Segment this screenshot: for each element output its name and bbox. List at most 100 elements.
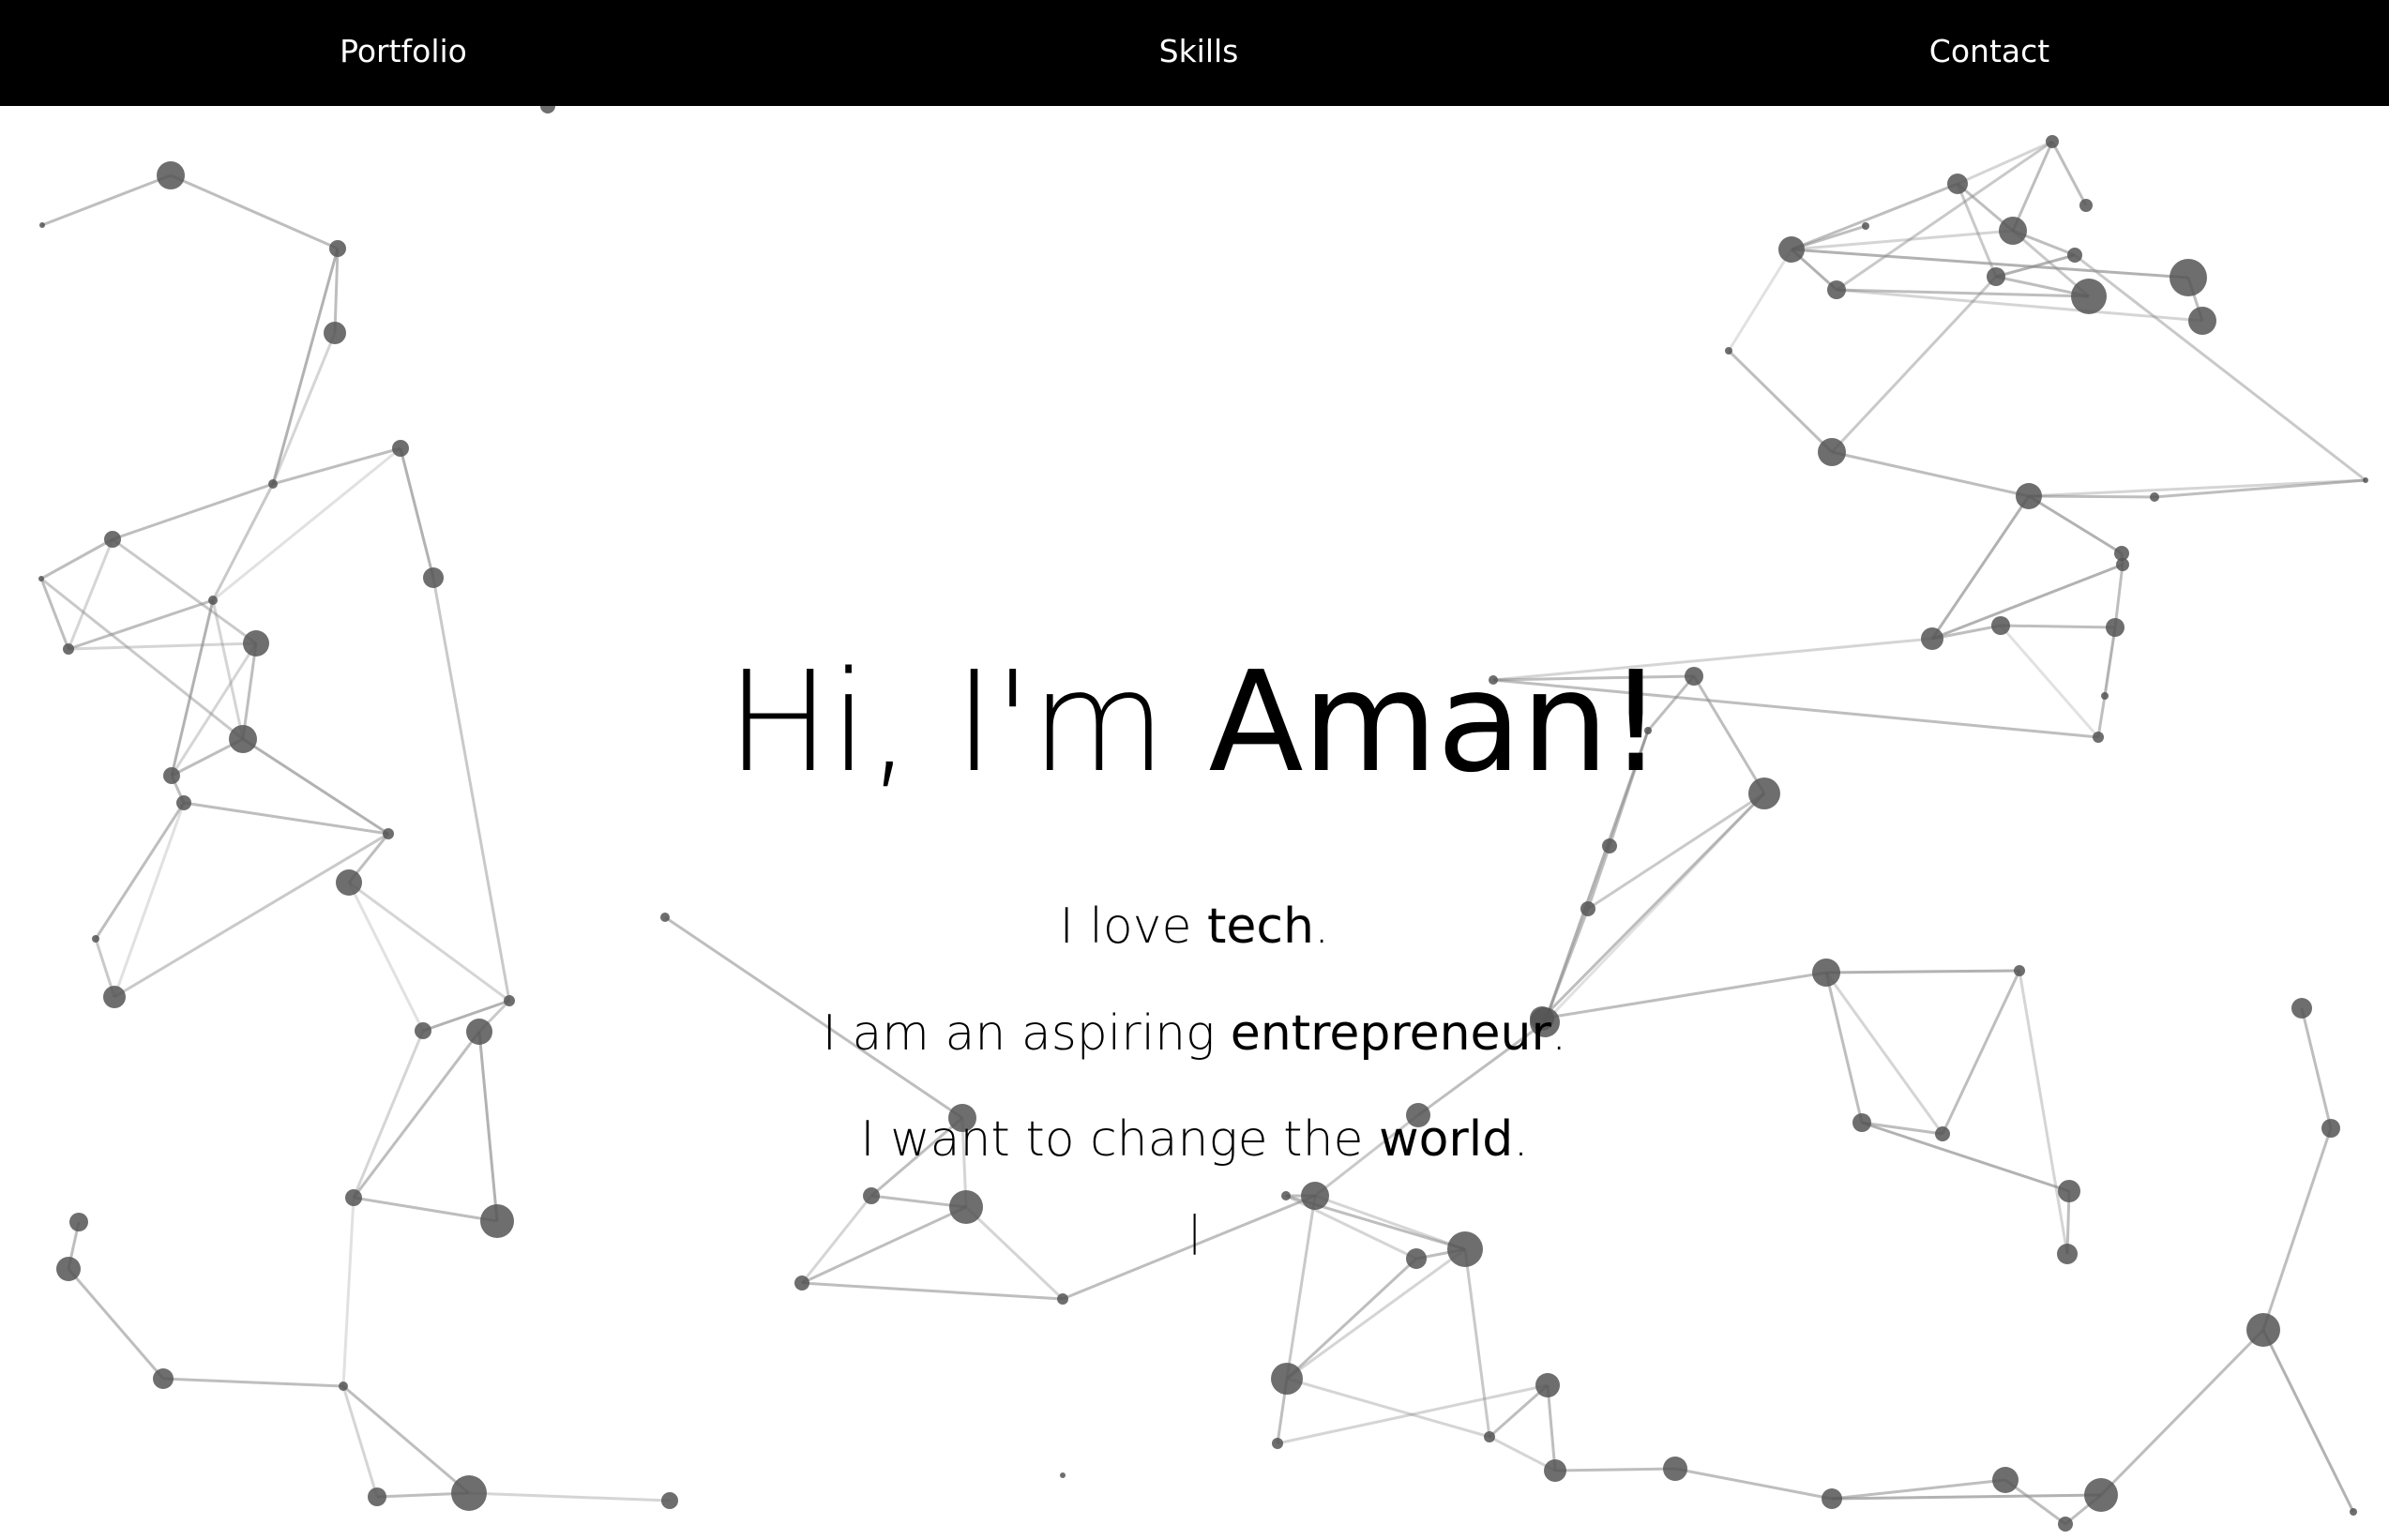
network-node [1530, 1006, 1554, 1031]
network-node [1406, 1103, 1430, 1127]
network-edge [801, 1205, 967, 1285]
network-node [1947, 174, 1968, 194]
network-edge [801, 1281, 1064, 1301]
network-node [2114, 546, 2129, 561]
network-node [2071, 279, 2107, 314]
network-node [1406, 1248, 1427, 1269]
network-node [1602, 838, 1617, 853]
network-node [336, 869, 362, 896]
network-edge [664, 915, 963, 1120]
network-node [1999, 217, 2027, 245]
network-edge [271, 248, 340, 485]
network-node [661, 1492, 678, 1509]
network-node [1644, 727, 1652, 734]
network-edge [170, 642, 258, 777]
network-edge [1277, 1383, 1549, 1445]
network-node [2101, 692, 2109, 700]
network-edge [1492, 637, 1933, 682]
network-node [2057, 1244, 2078, 1264]
network-edge [1825, 969, 2020, 974]
network-edge [1727, 349, 1834, 454]
network-node [2016, 483, 2042, 509]
network-edge [1831, 450, 2030, 498]
network-edge [67, 538, 114, 650]
network-edge [1727, 249, 1793, 352]
network-node [153, 1368, 174, 1389]
network-node [2321, 1119, 2340, 1138]
nav-link-skills[interactable]: Skills [1159, 0, 1239, 106]
network-edge [113, 802, 186, 998]
network-node [229, 725, 257, 753]
network-node [1852, 1113, 1871, 1132]
network-node [2014, 965, 2025, 976]
page: Portfolio Skills Contact Hi, I'm Aman! I… [0, 0, 2389, 1540]
network-edge [477, 1031, 499, 1222]
network-node [1535, 1373, 1560, 1397]
network-node [339, 1381, 348, 1391]
network-edge [272, 446, 401, 486]
network-edge [347, 882, 425, 1032]
network-node [1663, 1457, 1687, 1481]
network-node [1484, 1431, 1495, 1442]
network-edge [2000, 624, 2116, 629]
network-node [2084, 1478, 2118, 1512]
network-edge [341, 1197, 355, 1387]
network-node [466, 1019, 492, 1045]
network-edge [964, 1205, 1065, 1301]
network-node [1489, 675, 1498, 685]
network-edge [2074, 253, 2366, 482]
network-node [329, 240, 346, 257]
network-edge [212, 446, 401, 602]
network-edge [2050, 141, 2088, 206]
network-node [863, 1187, 880, 1204]
network-node [2106, 618, 2124, 637]
network-edge [1062, 1194, 1316, 1301]
network-node [39, 222, 45, 228]
network-node [104, 531, 121, 548]
network-edge [1314, 1194, 1466, 1251]
network-node [2150, 492, 2159, 502]
network-node [2170, 259, 2207, 296]
network-edge [870, 1116, 963, 1198]
network-node [2058, 1517, 2073, 1532]
network-edge [1861, 1121, 2070, 1193]
network-node [56, 1257, 81, 1281]
network-edge [241, 642, 258, 740]
nav-link-contact[interactable]: Contact [1929, 0, 2049, 106]
network-node [324, 322, 346, 344]
nav-link-portfolio[interactable]: Portfolio [340, 0, 467, 106]
network-node [2046, 135, 2059, 148]
network-node [2291, 998, 2312, 1019]
network-node [345, 1189, 362, 1206]
network-node [176, 795, 191, 810]
network-node [949, 1190, 983, 1224]
network-edge [431, 577, 511, 1002]
network-node [2093, 732, 2104, 743]
network-node [1580, 901, 1595, 916]
network-edge [41, 174, 172, 227]
network-node [1544, 1459, 1566, 1482]
network-node [1818, 438, 1846, 466]
network-edge [1286, 1377, 1490, 1439]
network-node [243, 630, 269, 657]
network-edge [1546, 1384, 1557, 1472]
network-edge [68, 598, 214, 651]
network-node [1060, 1472, 1066, 1478]
network-edge [40, 537, 113, 581]
network-edge [1286, 1247, 1466, 1381]
network-edge [183, 801, 389, 836]
network-edge [1941, 970, 2021, 1135]
network-node [1271, 1363, 1303, 1395]
network-node [2058, 1180, 2080, 1202]
network-node [1827, 280, 1846, 299]
network-edge [1791, 182, 1958, 251]
network-node [1991, 616, 2010, 635]
network-node [1057, 1293, 1068, 1305]
network-edge [342, 1384, 470, 1495]
network-node [2067, 248, 2082, 263]
network-node [794, 1276, 809, 1291]
network-node [1862, 222, 1869, 230]
particle-network-background [38, 98, 2368, 1532]
network-edge [2300, 1007, 2333, 1129]
network-edge [1554, 1467, 1676, 1472]
